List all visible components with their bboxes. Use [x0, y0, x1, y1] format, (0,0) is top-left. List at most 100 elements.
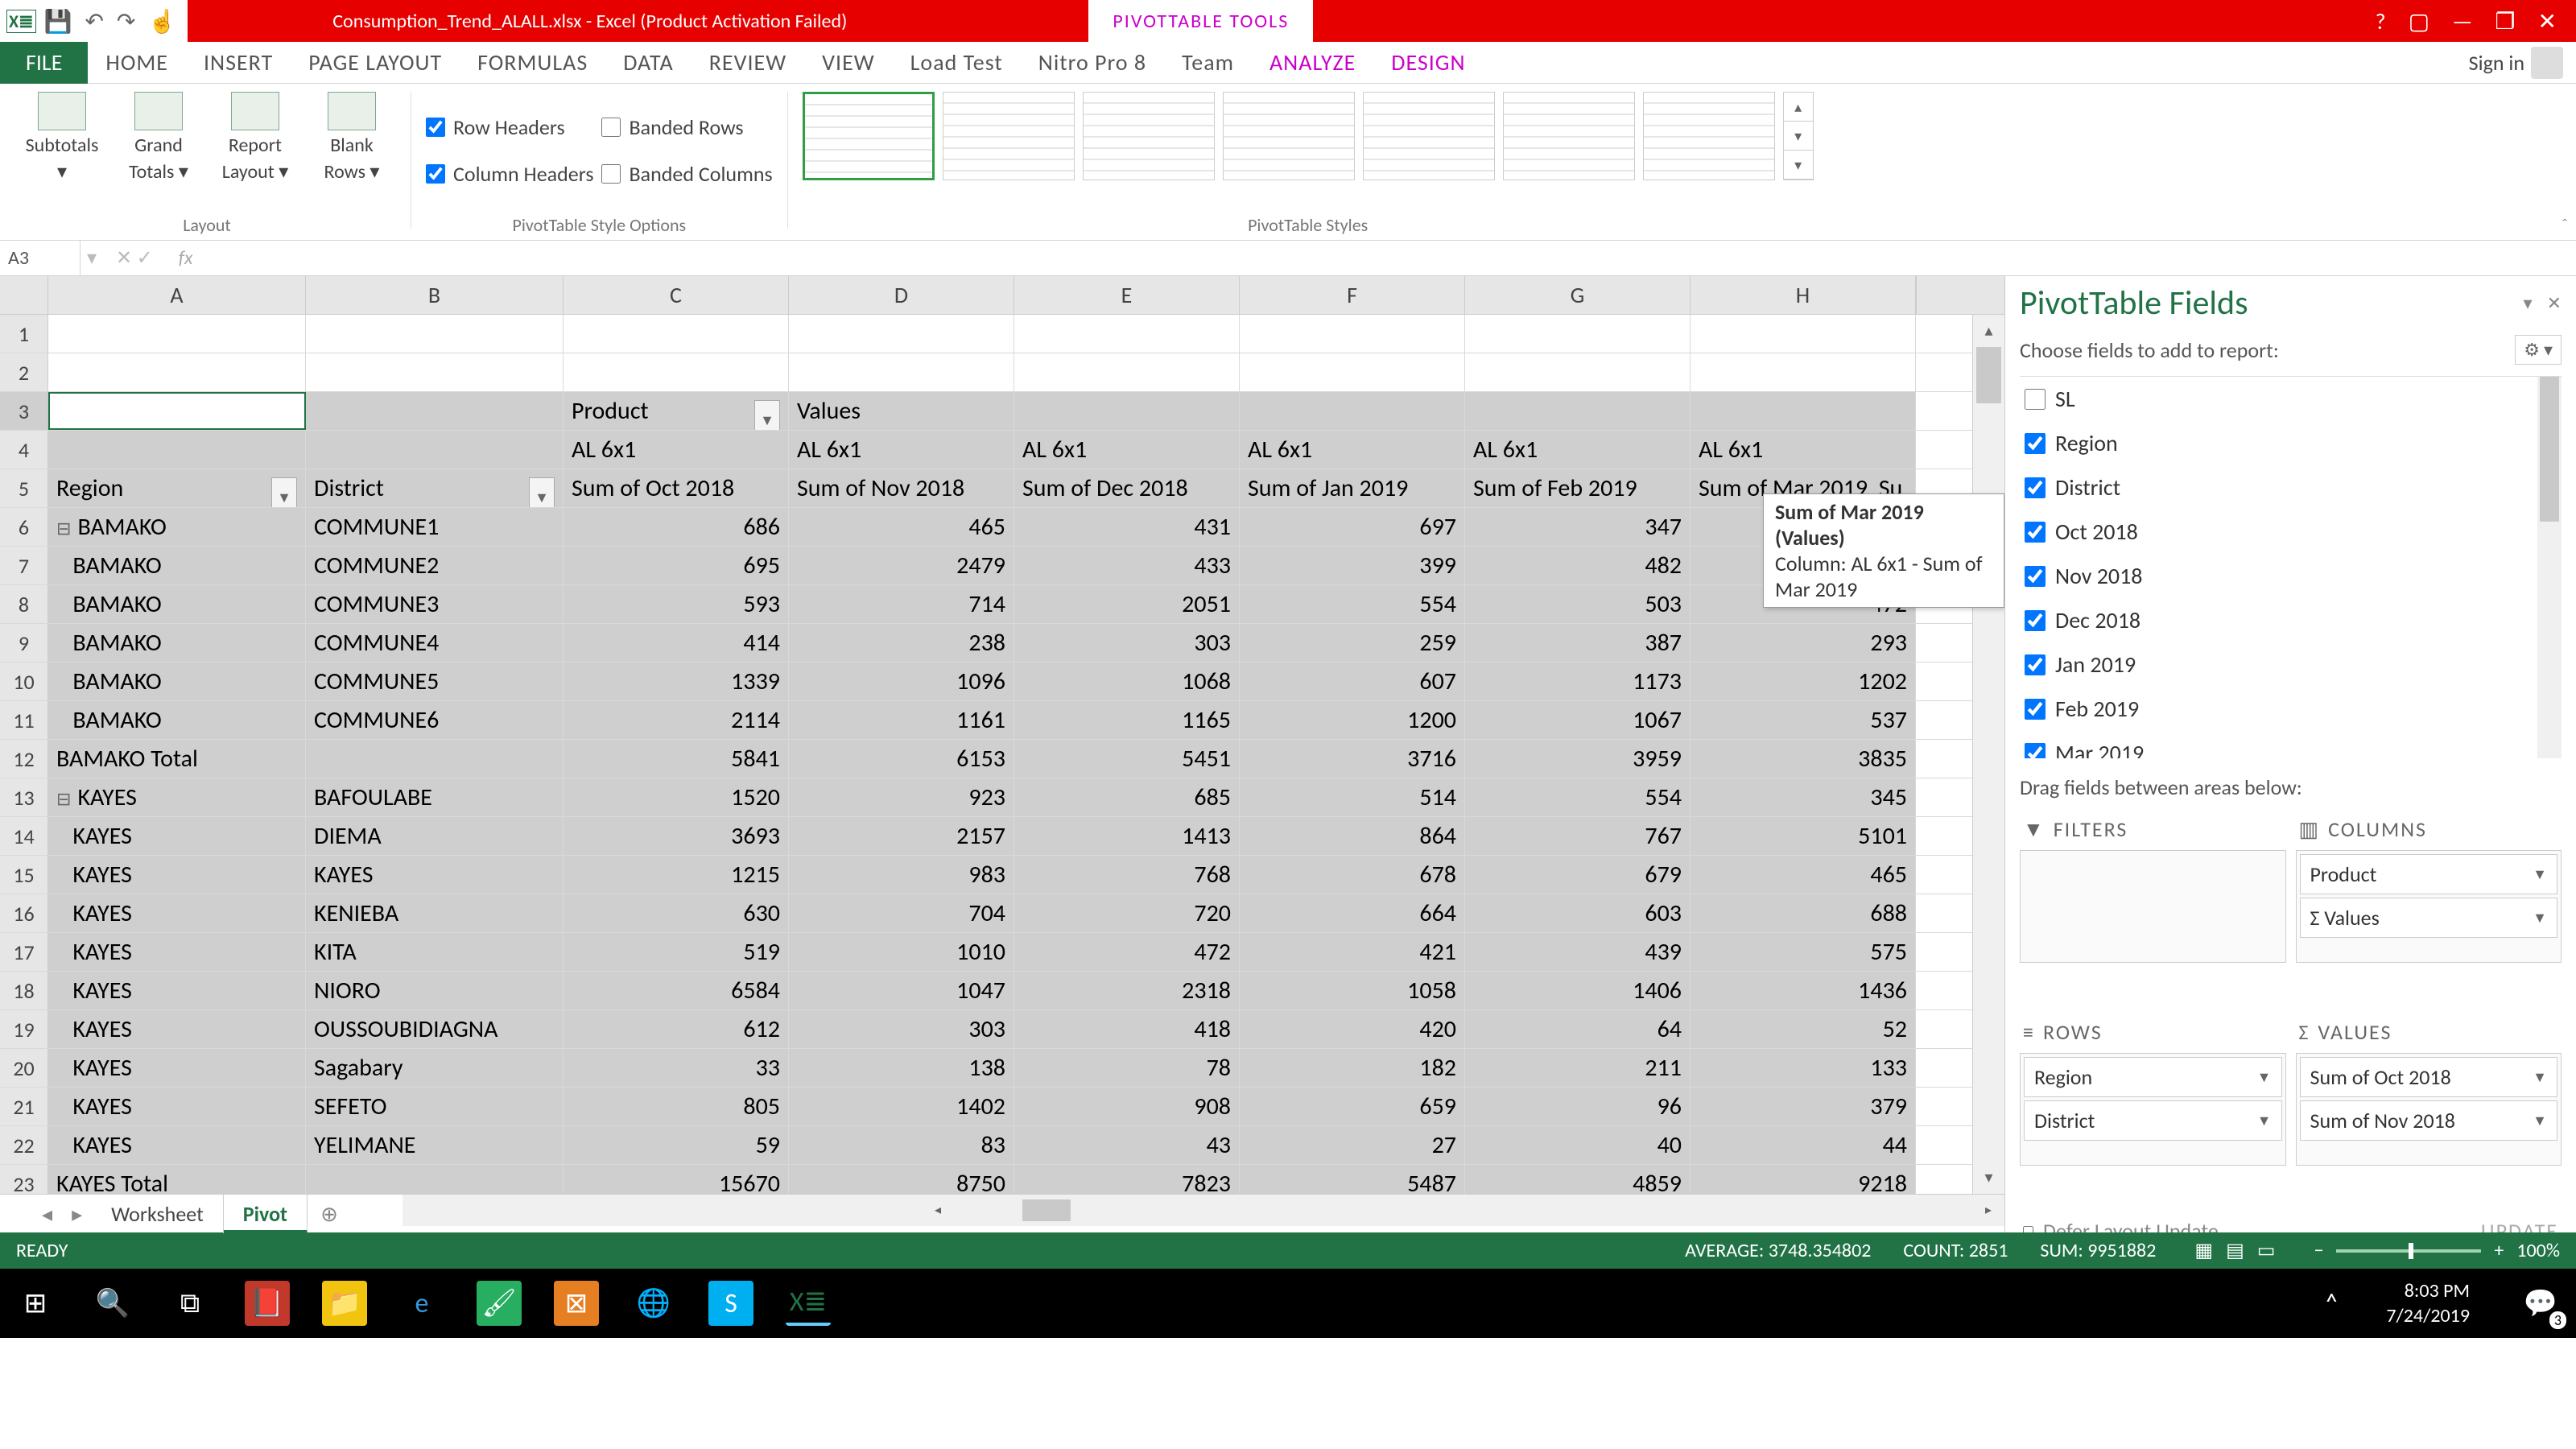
skype-icon[interactable]: S [708, 1281, 753, 1326]
banded-rows-checkbox[interactable]: Banded Rows [601, 114, 772, 140]
cell[interactable]: 238 [789, 624, 1014, 662]
cell[interactable]: AL 6x1 [1014, 431, 1240, 469]
cell[interactable]: KITA [306, 933, 564, 971]
cell[interactable]: AL 6x1 [1690, 431, 1916, 469]
worksheet-grid[interactable]: ABCDEFGH 123Product▼Values4AL 6x1AL 6x1A… [0, 276, 2004, 1265]
cell[interactable]: KAYES [48, 972, 306, 1009]
excel-taskbar-icon[interactable]: X≣ [786, 1281, 831, 1326]
row-header[interactable]: 8 [0, 585, 48, 623]
cell[interactable]: 697 [1240, 508, 1465, 546]
cell[interactable]: 2114 [564, 701, 789, 739]
pane-dropdown-icon[interactable]: ▾ [2524, 292, 2533, 314]
ribbon-tab[interactable]: REVIEW [691, 42, 804, 84]
cell[interactable]: 465 [1690, 856, 1916, 894]
cell[interactable]: 133 [1690, 1049, 1916, 1087]
rows-area[interactable]: ≡ROWS Region▼District▼ [2020, 1011, 2286, 1204]
chrome-icon[interactable]: 🌐 [631, 1281, 676, 1326]
maximize-icon[interactable]: ❐ [2495, 7, 2515, 35]
cell[interactable] [306, 315, 564, 353]
field-item[interactable]: District [2020, 465, 2562, 510]
style-swatch[interactable] [1223, 92, 1355, 180]
column-header[interactable]: B [306, 276, 564, 314]
cell[interactable]: 2479 [789, 547, 1014, 584]
cell[interactable]: 714 [789, 585, 1014, 623]
cell[interactable]: Sum of Dec 2018 [1014, 469, 1240, 507]
cell[interactable]: 537 [1690, 701, 1916, 739]
area-item[interactable]: District▼ [2024, 1100, 2282, 1141]
style-swatch[interactable] [1083, 92, 1215, 180]
cell[interactable]: 1010 [789, 933, 1014, 971]
row-header[interactable]: 13 [0, 778, 48, 816]
cell[interactable]: COMMUNE4 [306, 624, 564, 662]
column-header[interactable]: H [1690, 276, 1916, 314]
cell[interactable]: COMMUNE5 [306, 663, 564, 700]
cell[interactable]: 768 [1014, 856, 1240, 894]
cell[interactable]: 695 [564, 547, 789, 584]
cell[interactable]: 767 [1465, 817, 1690, 855]
cell[interactable]: Sum of Oct 2018 [564, 469, 789, 507]
area-item[interactable]: Sum of Oct 2018▼ [2300, 1057, 2558, 1097]
ribbon-tab[interactable]: PAGE LAYOUT [291, 42, 460, 84]
column-header[interactable]: F [1240, 276, 1465, 314]
cell[interactable]: 7823 [1014, 1165, 1240, 1194]
cell[interactable]: 33 [564, 1049, 789, 1087]
cell[interactable] [564, 353, 789, 391]
cell[interactable] [1690, 353, 1916, 391]
row-header[interactable]: 21 [0, 1088, 48, 1125]
cell[interactable]: 465 [789, 508, 1014, 546]
cell[interactable]: 554 [1240, 585, 1465, 623]
cell[interactable]: DIEMA [306, 817, 564, 855]
cell[interactable]: 659 [1240, 1088, 1465, 1125]
cell[interactable]: 1067 [1465, 701, 1690, 739]
cell[interactable]: BAMAKO [48, 585, 306, 623]
cell[interactable]: Region▼ [48, 469, 306, 507]
row-header[interactable]: 2 [0, 353, 48, 391]
cell[interactable]: 211 [1465, 1049, 1690, 1087]
cell[interactable]: COMMUNE3 [306, 585, 564, 623]
row-header[interactable]: 17 [0, 933, 48, 971]
tab-nav-prev-icon[interactable]: ◂ [32, 1201, 62, 1227]
row-header[interactable]: 5 [0, 469, 48, 507]
ribbon-display-icon[interactable]: ▢ [2409, 7, 2429, 35]
tools-icon[interactable]: ⚙ ▾ [2515, 335, 2562, 365]
cell[interactable] [48, 353, 306, 391]
row-header[interactable]: 4 [0, 431, 48, 469]
cell[interactable]: 40 [1465, 1126, 1690, 1164]
area-item[interactable]: Σ Values▼ [2300, 898, 2558, 938]
cell[interactable]: 1096 [789, 663, 1014, 700]
cell[interactable]: 1173 [1465, 663, 1690, 700]
field-item[interactable]: Oct 2018 [2020, 510, 2562, 554]
cell[interactable] [564, 315, 789, 353]
cell[interactable] [1690, 315, 1916, 353]
cell[interactable]: AL 6x1 [789, 431, 1014, 469]
area-item[interactable]: Product▼ [2300, 854, 2558, 894]
cell[interactable]: 6584 [564, 972, 789, 1009]
cell[interactable]: 554 [1465, 778, 1690, 816]
row-header[interactable]: 20 [0, 1049, 48, 1087]
undo-icon[interactable]: ↶ [80, 7, 108, 35]
cell[interactable]: 414 [564, 624, 789, 662]
cell[interactable]: 482 [1465, 547, 1690, 584]
notifications-icon[interactable]: 💬3 [2518, 1281, 2563, 1326]
clock[interactable]: 8:03 PM7/24/2019 [2386, 1278, 2486, 1328]
cell[interactable]: AL 6x1 [1240, 431, 1465, 469]
cell[interactable]: 805 [564, 1088, 789, 1125]
cell[interactable]: COMMUNE1 [306, 508, 564, 546]
cell[interactable]: 43 [1014, 1126, 1240, 1164]
cell[interactable] [306, 740, 564, 778]
banded-columns-checkbox[interactable]: Banded Columns [601, 161, 772, 187]
cell[interactable]: KAYES [48, 894, 306, 932]
field-item[interactable]: SL [2020, 377, 2562, 421]
field-item[interactable]: Nov 2018 [2020, 554, 2562, 598]
cell[interactable]: 1402 [789, 1088, 1014, 1125]
cell[interactable]: 607 [1240, 663, 1465, 700]
cell[interactable]: Sum of Jan 2019 [1240, 469, 1465, 507]
row-header[interactable]: 19 [0, 1010, 48, 1048]
cell[interactable]: 433 [1014, 547, 1240, 584]
app-icon[interactable]: 🖌 [477, 1281, 522, 1326]
row-header[interactable]: 9 [0, 624, 48, 662]
cell[interactable]: 1413 [1014, 817, 1240, 855]
cell[interactable]: 9218 [1690, 1165, 1916, 1194]
cell[interactable]: 59 [564, 1126, 789, 1164]
cell[interactable]: BAMAKO [48, 701, 306, 739]
